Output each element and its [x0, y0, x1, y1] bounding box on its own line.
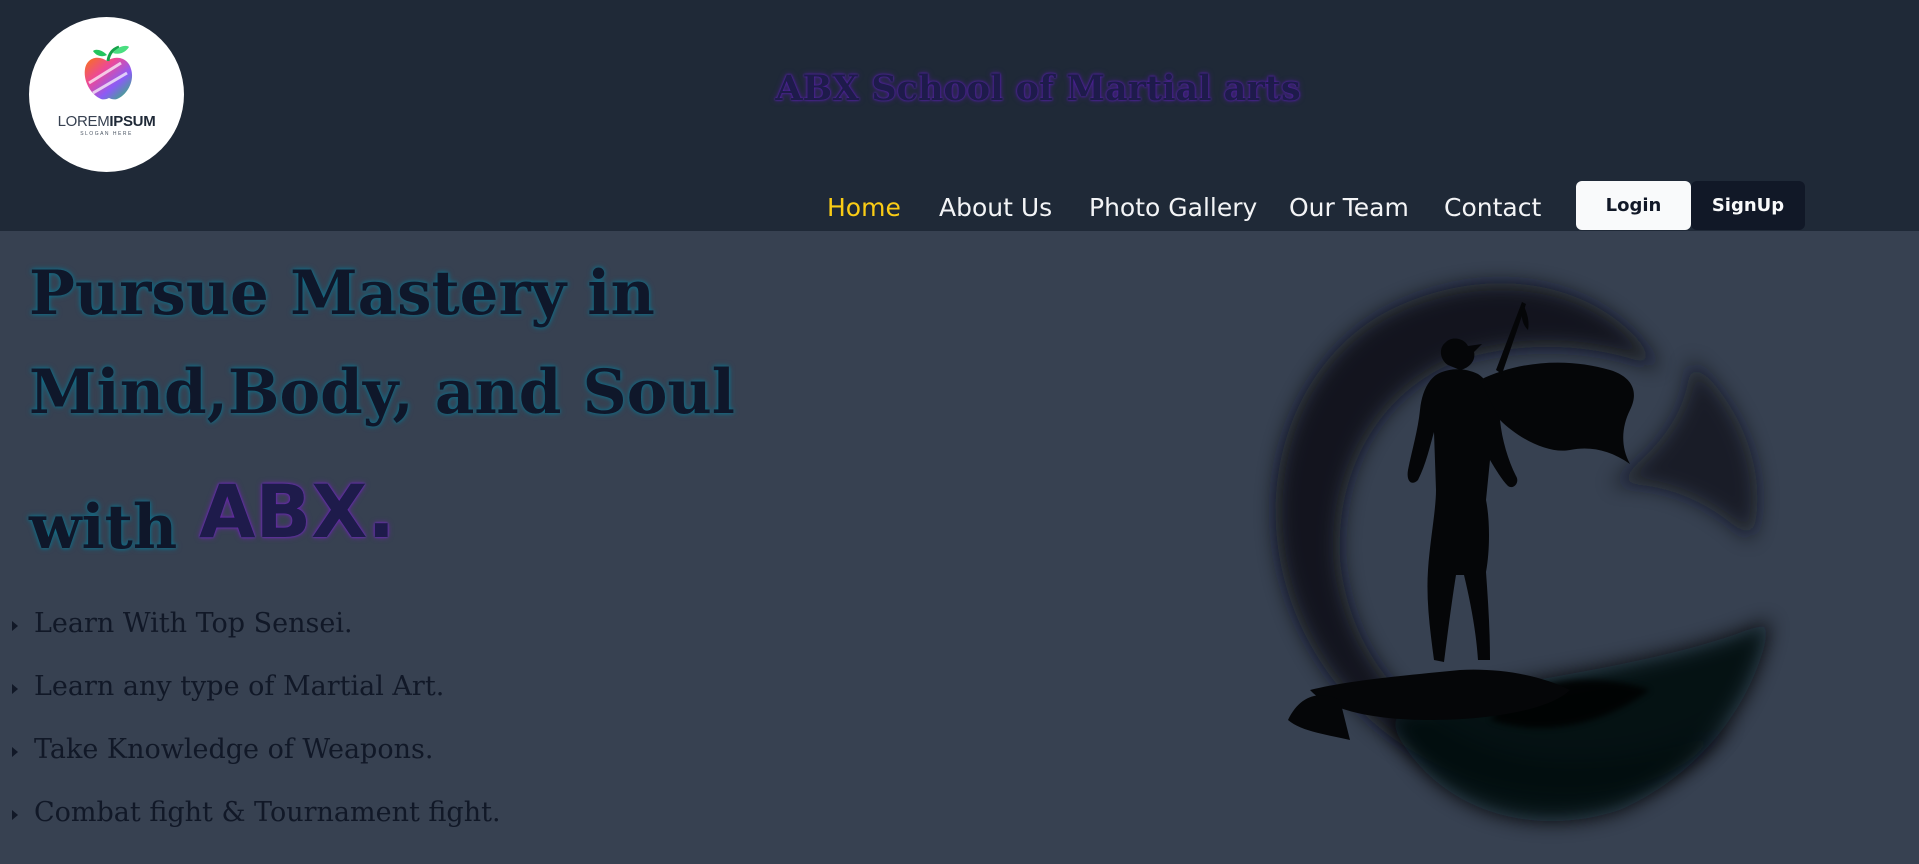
- feature-text: Take Knowledge of Weapons.: [34, 734, 434, 765]
- nav-home[interactable]: Home: [827, 193, 901, 233]
- signup-button[interactable]: SignUp: [1691, 181, 1805, 230]
- nav-about-us[interactable]: About Us: [939, 193, 1052, 233]
- logo-slogan: SLOGAN HERE: [80, 131, 133, 137]
- hero-heading-line-1: Pursue Mastery in: [29, 258, 655, 329]
- site-header: LOREMIPSUM SLOGAN HERE ABX School of Mar…: [0, 0, 1919, 231]
- bullet-triangle-icon: [12, 621, 18, 631]
- martial-artist-silhouette-icon: [1275, 283, 1770, 822]
- feature-text: Combat fight & Tournament fight.: [34, 797, 501, 828]
- bullet-triangle-icon: [12, 810, 18, 820]
- nav-our-team[interactable]: Our Team: [1289, 193, 1409, 233]
- login-button[interactable]: Login: [1576, 181, 1691, 230]
- nav-contact[interactable]: Contact: [1444, 193, 1541, 233]
- nav-photo-gallery[interactable]: Photo Gallery: [1089, 193, 1257, 233]
- logo[interactable]: LOREMIPSUM SLOGAN HERE: [29, 17, 184, 172]
- apple-logo-icon: [84, 45, 133, 100]
- feature-text: Learn With Top Sensei.: [34, 608, 353, 639]
- site-title: ABX School of Martial arts: [775, 68, 1301, 109]
- logo-text: LOREMIPSUM: [57, 113, 156, 130]
- bullet-triangle-icon: [12, 684, 18, 694]
- hero-heading-line-3: with: [29, 492, 178, 563]
- feature-text: Learn any type of Martial Art.: [34, 671, 445, 702]
- hero-heading-line-2: Mind,Body, and Soul: [29, 357, 735, 428]
- bullet-triangle-icon: [12, 747, 18, 757]
- hero-brand: ABX.: [199, 470, 396, 555]
